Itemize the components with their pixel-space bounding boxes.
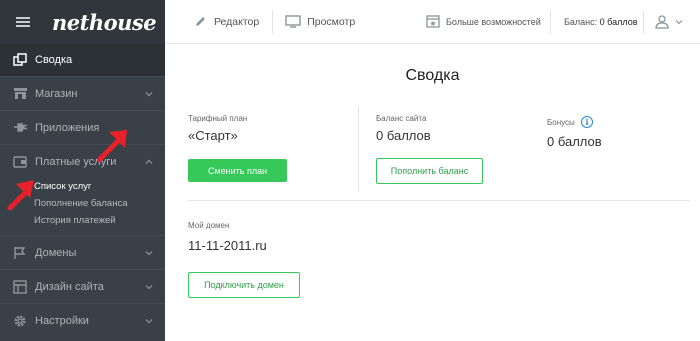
chevron-down-icon	[145, 284, 153, 289]
hamburger-menu-icon[interactable]	[16, 17, 30, 27]
sidebar-item-domains[interactable]: Домены	[0, 236, 165, 269]
sidebar-item-settings[interactable]: Настройки	[0, 304, 165, 337]
sidebar-item-paid-services[interactable]: Платные услуги	[0, 145, 165, 178]
page-title: Сводка	[405, 67, 460, 84]
sidebar-item-summary[interactable]: Сводка	[0, 44, 165, 76]
store-icon	[12, 86, 28, 102]
sidebar-item-apps[interactable]: Приложения	[0, 111, 165, 144]
bonus-label: Бонусы	[547, 118, 575, 127]
topup-balance-button[interactable]: Пополнить баланс	[376, 158, 483, 184]
wallet-icon	[12, 154, 28, 170]
plan-label: Тарифный план	[188, 114, 248, 123]
more-features-label: Больше возможностей	[446, 16, 541, 27]
sidebar: nethouse Сводка Магазин Приложения Платн…	[0, 0, 165, 341]
chevron-up-icon	[145, 159, 153, 164]
change-plan-button[interactable]: Сменить план	[188, 159, 287, 182]
pencil-icon	[196, 17, 205, 26]
editor-button[interactable]: Редактор	[194, 0, 259, 43]
sidebar-item-label: Настройки	[35, 314, 89, 327]
sidebar-item-label: Дизайн сайта	[35, 280, 104, 293]
flag-icon	[12, 245, 28, 261]
red-arrow-annotation-2	[7, 180, 34, 210]
sidebar-item-label: Сводка	[35, 54, 73, 66]
plan-value: «Старт»	[188, 128, 238, 143]
monitor-icon	[285, 15, 301, 28]
sidebar-item-label: Приложения	[35, 121, 100, 134]
sidebar-item-design[interactable]: Дизайн сайта	[0, 270, 165, 303]
star-window-icon	[426, 15, 440, 28]
balance-value: 0 баллов	[599, 16, 638, 27]
summary-panel: Сводка Тарифный план «Старт» Сменить пла…	[165, 44, 700, 341]
balance-label: Баланс:	[564, 16, 598, 27]
domain-label: Мой домен	[188, 221, 230, 230]
editor-label: Редактор	[214, 15, 260, 28]
preview-label: Просмотр	[307, 15, 356, 28]
top-toolbar: Редактор Просмотр Больше возможностей Ба…	[165, 0, 700, 44]
sidebar-header: nethouse	[0, 0, 165, 44]
logo[interactable]: nethouse	[52, 10, 157, 35]
sidebar-item-label: Магазин	[35, 87, 78, 100]
copy-icon	[12, 52, 28, 68]
site-balance-value: 0 баллов	[376, 128, 431, 143]
sidebar-item-label: Домены	[35, 246, 77, 259]
connect-domain-button[interactable]: Подключить домен	[188, 272, 300, 298]
layout-icon	[12, 279, 28, 295]
gear-icon	[12, 313, 28, 329]
bonus-value: 0 баллов	[547, 134, 602, 149]
info-icon[interactable]: i	[581, 116, 593, 128]
more-features-button[interactable]: Больше возможностей	[426, 0, 541, 43]
user-icon	[655, 14, 669, 29]
plug-icon	[12, 120, 28, 136]
user-menu-button[interactable]	[655, 0, 683, 43]
domain-value: 11-11-2011.ru	[188, 238, 267, 253]
chevron-down-icon	[145, 250, 153, 255]
red-arrow-annotation-1	[97, 130, 127, 162]
chevron-down-icon	[675, 19, 683, 24]
chevron-down-icon	[145, 318, 153, 323]
site-balance-label: Баланс сайта	[376, 114, 427, 123]
balance-indicator[interactable]: Баланс: 0 баллов	[564, 17, 638, 27]
preview-button[interactable]: Просмотр	[285, 0, 355, 43]
sidebar-item-shop[interactable]: Магазин	[0, 77, 165, 110]
sidebar-subitem-payment-history[interactable]: История платежей	[0, 212, 165, 229]
chevron-down-icon	[145, 91, 153, 96]
